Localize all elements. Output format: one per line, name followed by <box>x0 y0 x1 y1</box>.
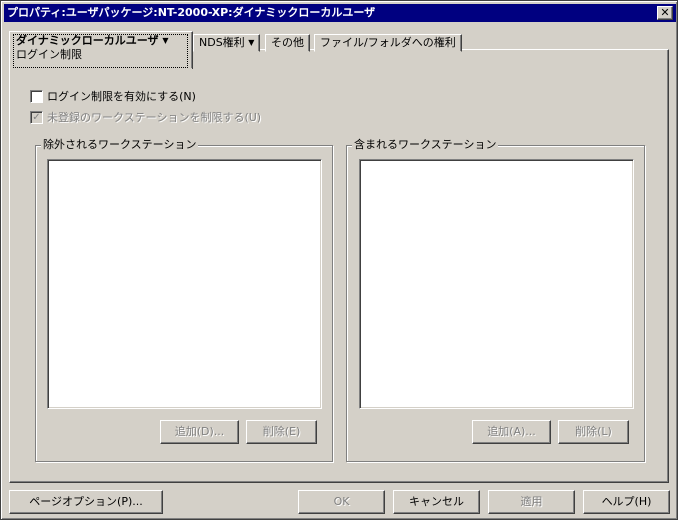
restrict-unregistered-checkbox[interactable]: ✓ 未登録のワークステーションを制限する(U) <box>30 110 262 127</box>
remove-excluded-button[interactable]: 削除(E) <box>246 420 317 444</box>
tab-label: ファイル/フォルダへの権利 <box>320 36 456 49</box>
included-workstations-list[interactable] <box>359 159 634 409</box>
group-title: 含まれるワークステーション <box>352 138 499 152</box>
ok-button[interactable]: OK <box>298 490 385 514</box>
tab-dynamic-local-user[interactable]: ダイナミックローカルユーザ ▼ ログイン制限 <box>9 31 193 69</box>
enable-login-restriction-checkbox[interactable]: ログイン制限を有効にする(N) <box>30 89 196 106</box>
tab-file-folder-rights[interactable]: ファイル/フォルダへの権利 <box>314 34 462 52</box>
excluded-workstations-list[interactable] <box>47 159 322 409</box>
active-tab-joiner <box>10 68 192 71</box>
close-button[interactable]: ✕ <box>657 6 673 20</box>
window-title: プロパティ:ユーザパッケージ:NT-2000-XP:ダイナミックローカルユーザ <box>7 6 376 19</box>
remove-included-button[interactable]: 削除(L) <box>558 420 629 444</box>
included-workstations-group: 含まれるワークステーション 追加(A)... 削除(L) <box>346 138 645 462</box>
tab-label: その他 <box>271 36 304 49</box>
close-icon: ✕ <box>660 6 670 19</box>
dropdown-arrow-icon[interactable]: ▼ <box>248 38 254 47</box>
tab-nds-rights[interactable]: NDS権利 ▼ <box>193 34 261 52</box>
checkbox-label: ログイン制限を有効にする(N) <box>47 90 196 103</box>
help-button[interactable]: ヘルプ(H) <box>583 490 670 514</box>
cancel-button[interactable]: キャンセル <box>393 490 480 514</box>
group-title: 除外されるワークステーション <box>41 138 199 152</box>
apply-button[interactable]: 適用 <box>488 490 575 514</box>
add-excluded-button[interactable]: 追加(D)... <box>160 420 239 444</box>
tab-label: NDS権利 <box>199 36 245 49</box>
focus-rect <box>13 34 188 68</box>
checkbox-label: 未登録のワークステーションを制限する(U) <box>47 111 262 124</box>
excluded-workstations-group: 除外されるワークステーション 追加(D)... 削除(E) <box>35 138 333 462</box>
tab-other[interactable]: その他 <box>265 34 310 52</box>
checkmark-icon[interactable]: ✓ <box>30 110 43 124</box>
title-bar[interactable]: プロパティ:ユーザパッケージ:NT-2000-XP:ダイナミックローカルユーザ … <box>4 4 676 22</box>
checkbox-box[interactable] <box>30 89 43 103</box>
page-options-button[interactable]: ページオプション(P)... <box>9 490 163 514</box>
add-included-button[interactable]: 追加(A)... <box>472 420 551 444</box>
properties-dialog: プロパティ:ユーザパッケージ:NT-2000-XP:ダイナミックローカルユーザ … <box>0 0 678 520</box>
